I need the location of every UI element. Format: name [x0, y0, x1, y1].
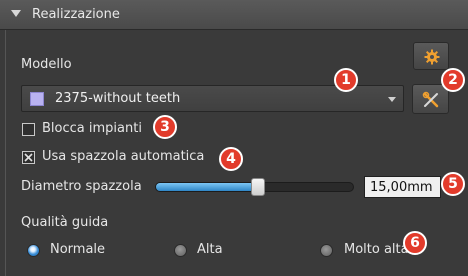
- panel-title: Realizzazione: [32, 7, 120, 22]
- radio-molto-alta[interactable]: [320, 244, 333, 257]
- annotation-badge-4: 4: [219, 147, 243, 171]
- model-color-swatch: [30, 92, 44, 106]
- radio-normale[interactable]: [27, 244, 40, 257]
- realization-panel: Realizzazione Modello 2375-without teeth: [0, 0, 468, 276]
- radio-alta-label: Alta: [197, 242, 223, 257]
- radio-normale-label: Normale: [50, 242, 106, 257]
- tools-icon: [422, 91, 439, 108]
- annotation-badge-6: 6: [403, 231, 427, 255]
- gear-icon: [424, 49, 440, 65]
- panel-header[interactable]: Realizzazione: [0, 0, 468, 30]
- collapse-triangle-icon[interactable]: [11, 10, 21, 17]
- auto-brush-checkbox[interactable]: [22, 151, 35, 164]
- model-select-value: 2375-without teeth: [55, 91, 181, 106]
- auto-brush-label: Usa spazzola automatica: [42, 149, 205, 164]
- brush-diameter-input[interactable]: 15,00mm: [364, 176, 441, 198]
- block-implants-checkbox[interactable]: [22, 123, 35, 136]
- chevron-down-icon[interactable]: [388, 97, 396, 102]
- model-tools-button[interactable]: [412, 84, 449, 114]
- guide-quality-label: Qualità guida: [21, 215, 109, 230]
- slider-fill: [156, 183, 258, 191]
- model-label: Modello: [21, 57, 72, 72]
- slider-handle[interactable]: [251, 178, 265, 196]
- brush-diameter-label: Diametro spazzola: [21, 179, 142, 194]
- radio-molto-alta-label: Molto alta: [344, 242, 409, 257]
- annotation-badge-1: 1: [334, 68, 358, 92]
- block-implants-label: Blocca impianti: [42, 121, 142, 136]
- brush-diameter-value: 15,00mm: [370, 180, 433, 195]
- settings-button[interactable]: [413, 42, 449, 70]
- checkmark-icon: [24, 153, 33, 162]
- annotation-badge-2: 2: [441, 68, 465, 92]
- annotation-badge-3: 3: [153, 115, 177, 139]
- annotation-badge-5: 5: [441, 172, 465, 196]
- radio-alta[interactable]: [174, 244, 187, 257]
